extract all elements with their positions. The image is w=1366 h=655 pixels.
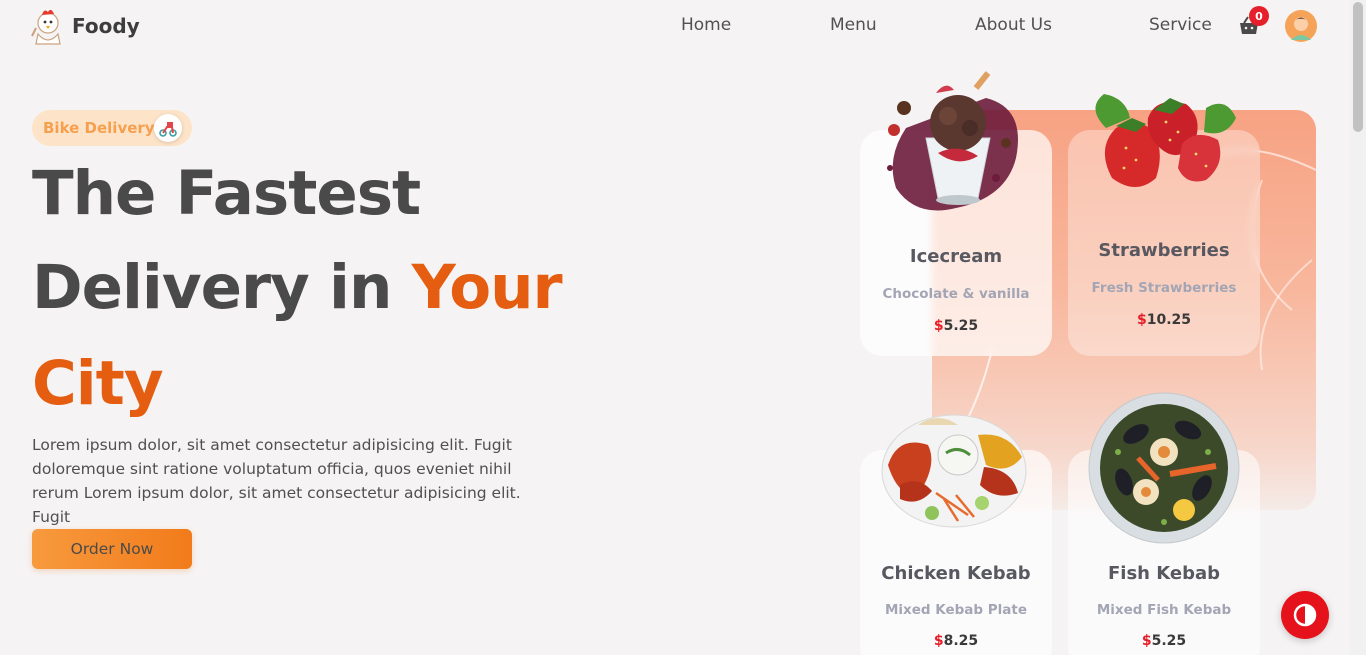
headline-line-3: City (32, 348, 164, 419)
card-title: Icecream (909, 246, 1003, 267)
badge-label: Bike Delivery (43, 119, 155, 137)
nav-home[interactable]: Home (681, 15, 731, 35)
currency-symbol: $ (933, 633, 944, 649)
currency-symbol: $ (933, 318, 944, 334)
nav-service[interactable]: Service (1149, 15, 1212, 35)
icecream-image (887, 71, 1018, 211)
card-title: Strawberries (1098, 240, 1230, 261)
order-now-button[interactable]: Order Now (32, 529, 192, 569)
strawberries-image (1095, 94, 1236, 187)
card-title: Chicken Kebab (881, 563, 1031, 584)
card-price: $5.25 (860, 318, 1052, 334)
headline-accent: Your (411, 252, 563, 323)
user-avatar[interactable] (1285, 10, 1317, 42)
card-title: Fish Kebab (1107, 563, 1221, 584)
headline-text: Delivery in (32, 252, 412, 323)
scrollbar-thumb[interactable] (1353, 2, 1363, 132)
header: Foody Home Menu About Us Service 0 (0, 0, 1350, 52)
logo[interactable]: Foody (30, 6, 140, 46)
price-value: 10.25 (1146, 312, 1192, 328)
card-subtitle: Mixed Fish Kebab (1096, 602, 1232, 618)
headline-line-2: Delivery in Your (32, 252, 563, 323)
fish-kebab-image (1088, 392, 1240, 544)
nav-menu[interactable]: Menu (830, 15, 877, 35)
price-value: 8.25 (943, 633, 979, 649)
contrast-toggle-button[interactable] (1281, 591, 1329, 639)
brand-name: Foody (72, 14, 140, 38)
card-subtitle: Chocolate & vanilla (882, 286, 1030, 302)
card-price: $10.25 (1068, 312, 1260, 328)
bike-delivery-badge: Bike Delivery (32, 110, 192, 146)
nav-about-us[interactable]: About Us (975, 15, 1052, 35)
headline-line-1: The Fastest (32, 158, 421, 229)
price-value: 5.25 (1151, 633, 1187, 649)
currency-symbol: $ (1141, 633, 1152, 649)
card-price: $5.25 (1068, 633, 1260, 649)
card-subtitle: Fresh Strawberries (1091, 280, 1237, 296)
contrast-icon (1293, 603, 1317, 627)
page-scrollbar[interactable] (1350, 0, 1366, 655)
hero-description: Lorem ipsum dolor, sit amet consectetur … (32, 436, 521, 526)
chef-mascot-icon (31, 9, 61, 45)
price-value: 5.25 (943, 318, 979, 334)
delivery-scooter-icon (154, 114, 182, 142)
card-price: $8.25 (860, 633, 1052, 649)
card-subtitle: Mixed Kebab Plate (884, 602, 1028, 618)
currency-symbol: $ (1136, 312, 1147, 328)
cart-count-badge: 0 (1249, 6, 1269, 26)
chicken-kebab-image (881, 414, 1027, 528)
